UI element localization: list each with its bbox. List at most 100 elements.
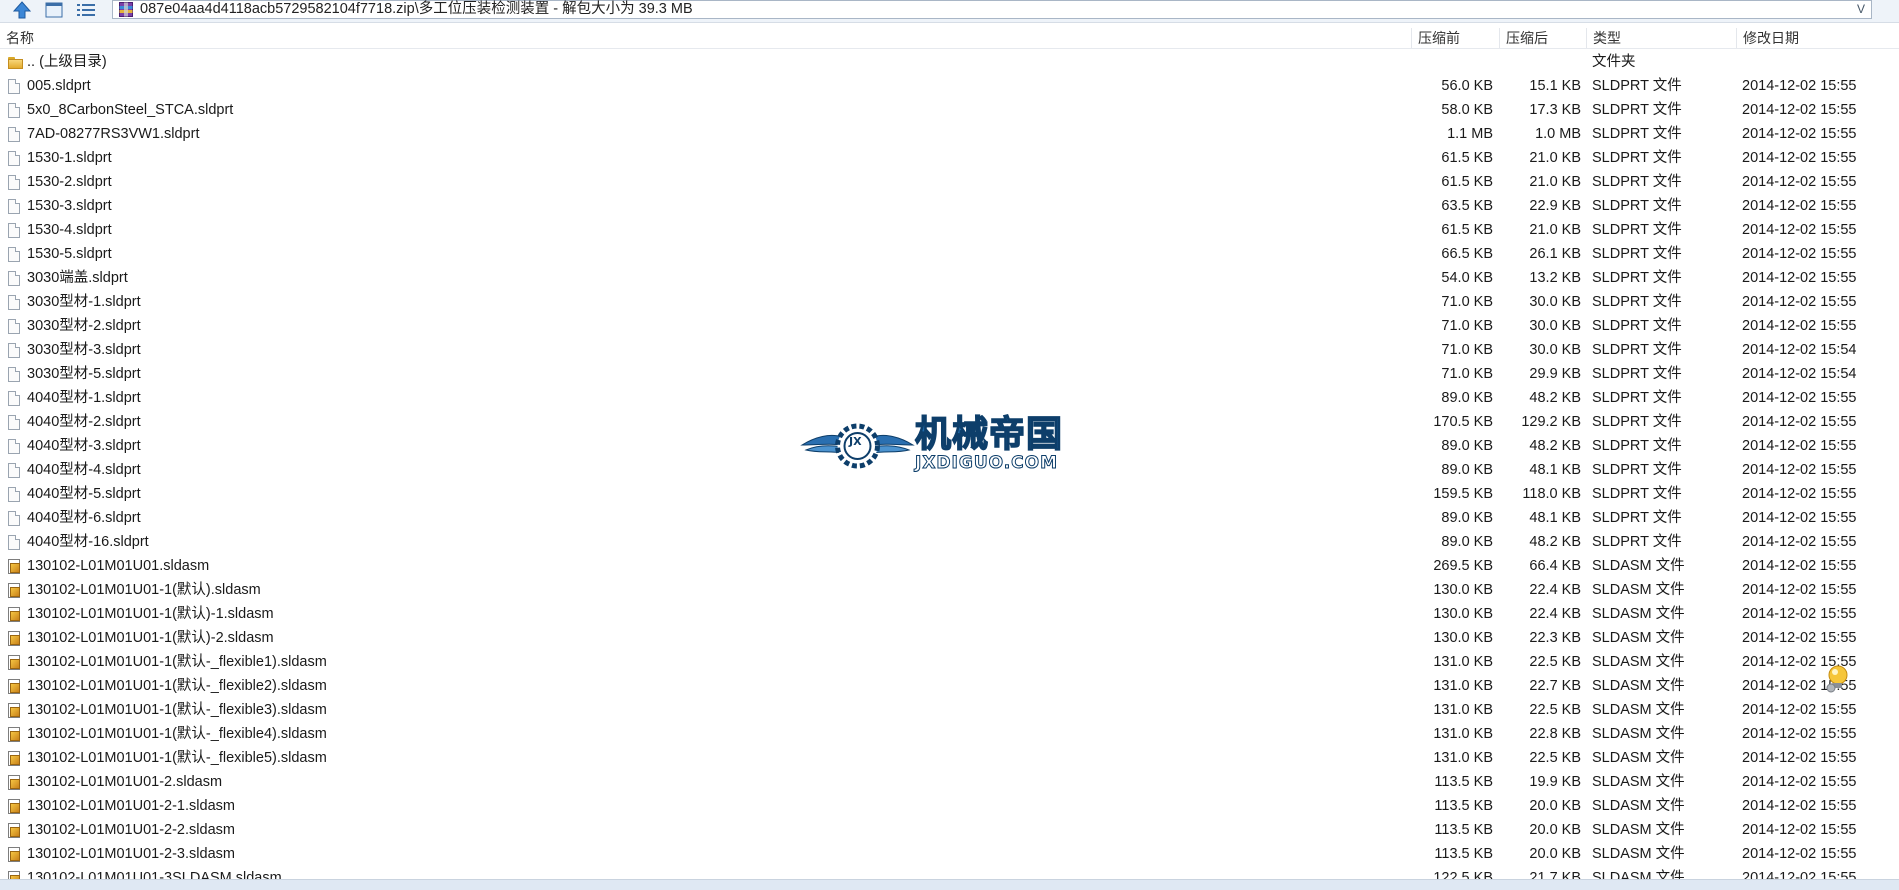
column-packed[interactable]: 压缩后 — [1500, 28, 1587, 48]
file-name: 1530-5.sldprt — [27, 246, 112, 262]
column-size[interactable]: 压缩前 — [1412, 28, 1500, 48]
file-packed-size: 118.0 KB — [1522, 486, 1581, 502]
file-modified: 2014-12-02 15:55 — [1742, 390, 1857, 406]
assembly-icon — [8, 727, 22, 743]
file-modified: 2014-12-02 15:55 — [1742, 102, 1857, 118]
file-name: 1530-4.sldprt — [27, 222, 112, 238]
file-row[interactable]: 130102-L01M01U01-1(默认).sldasm 130.0 KB 22.… — [0, 578, 1899, 602]
file-packed-size: 22.9 KB — [1529, 198, 1581, 214]
file-size: 170.5 KB — [1433, 414, 1493, 430]
file-type: SLDPRT 文件 — [1592, 174, 1682, 190]
column-name[interactable]: 名称 — [0, 28, 1412, 48]
view-window-icon[interactable] — [42, 0, 66, 20]
file-icon — [8, 463, 22, 479]
file-row[interactable]: 7AD-08277RS3VW1.sldprt 1.1 MB 1.0 MB SLDPRT… — [0, 122, 1899, 146]
file-type: SLDASM 文件 — [1592, 774, 1685, 790]
file-icon — [8, 271, 22, 287]
file-modified: 2014-12-02 15:55 — [1742, 486, 1857, 502]
file-row[interactable]: 130102-L01M01U01-1(默认-_flexible5).sldasm… — [0, 746, 1899, 770]
file-row[interactable]: 130102-L01M01U01-1(默认-_flexible4).sldasm… — [0, 722, 1899, 746]
file-modified: 2014-12-02 15:55 — [1742, 462, 1857, 478]
file-size: 71.0 KB — [1441, 294, 1493, 310]
file-modified: 2014-12-02 15:55 — [1742, 294, 1857, 310]
file-packed-size: 21.0 KB — [1529, 150, 1581, 166]
file-modified: 2014-12-02 15:55 — [1742, 702, 1857, 718]
list-view-icon[interactable] — [74, 0, 98, 20]
watermark-domain: JXDIGUO.COM — [914, 453, 1059, 474]
file-packed-size: 22.4 KB — [1529, 582, 1581, 598]
file-row[interactable]: 130102-L01M01U01-1(默认)-2.sldasm 130.0 KB 2… — [0, 626, 1899, 650]
assembly-icon — [8, 751, 22, 767]
file-name: 1530-2.sldprt — [27, 174, 112, 190]
file-type: SLDPRT 文件 — [1592, 534, 1682, 550]
address-bar[interactable]: 087e04aa4d4118acb5729582104f7718.zip\多工位… — [112, 0, 1872, 19]
file-row[interactable]: 130102-L01M01U01-1(默认-_flexible2).sldasm… — [0, 674, 1899, 698]
folder-icon — [8, 55, 23, 71]
file-icon — [8, 367, 22, 383]
file-modified: 2014-12-02 15:55 — [1742, 582, 1857, 598]
file-modified: 2014-12-02 15:55 — [1742, 606, 1857, 622]
address-path: 087e04aa4d4118acb5729582104f7718.zip\多工位… — [140, 1, 693, 17]
file-type: SLDASM 文件 — [1592, 702, 1685, 718]
assembly-icon — [8, 823, 22, 839]
file-row[interactable]: 130102-L01M01U01-2-1.sldasm 113.5 KB 20.0 … — [0, 794, 1899, 818]
file-packed-size: 21.0 KB — [1529, 174, 1581, 190]
file-row[interactable]: 3030型材-3.sldprt 71.0 KB 30.0 KB SLDPRT 文件 20… — [0, 338, 1899, 362]
file-row[interactable]: 3030型材-1.sldprt 71.0 KB 30.0 KB SLDPRT 文件 20… — [0, 290, 1899, 314]
up-arrow-icon[interactable] — [10, 0, 34, 20]
file-icon — [8, 295, 22, 311]
file-row[interactable]: 5x0_8CarbonSteel_STCA.sldprt 58.0 KB 17.3 … — [0, 98, 1899, 122]
file-row[interactable]: 3030型材-5.sldprt 71.0 KB 29.9 KB SLDPRT 文件 20… — [0, 362, 1899, 386]
file-icon — [8, 391, 22, 407]
file-size: 113.5 KB — [1434, 774, 1493, 790]
file-row[interactable]: 1530-4.sldprt 61.5 KB 21.0 KB SLDPRT 文件 2014… — [0, 218, 1899, 242]
file-row[interactable]: 1530-3.sldprt 63.5 KB 22.9 KB SLDPRT 文件 2014… — [0, 194, 1899, 218]
file-row[interactable]: 1530-5.sldprt 66.5 KB 26.1 KB SLDPRT 文件 2014… — [0, 242, 1899, 266]
file-size: 113.5 KB — [1434, 846, 1493, 862]
file-row[interactable]: 4040型材-6.sldprt 89.0 KB 48.1 KB SLDPRT 文件 20… — [0, 506, 1899, 530]
file-row[interactable]: 005.sldprt 56.0 KB 15.1 KB SLDPRT 文件 2014-12… — [0, 74, 1899, 98]
file-size: 54.0 KB — [1441, 270, 1493, 286]
file-row[interactable]: 130102-L01M01U01-2.sldasm 113.5 KB 19.9 KB… — [0, 770, 1899, 794]
file-icon — [8, 127, 22, 143]
column-type[interactable]: 类型 — [1587, 28, 1737, 48]
file-type: SLDPRT 文件 — [1592, 198, 1682, 214]
assembly-icon — [8, 799, 22, 815]
column-modified[interactable]: 修改日期 — [1737, 28, 1899, 48]
file-row[interactable]: 1530-2.sldprt 61.5 KB 21.0 KB SLDPRT 文件 2014… — [0, 170, 1899, 194]
file-modified: 2014-12-02 15:55 — [1742, 774, 1857, 790]
parent-directory-row[interactable]: .. (上级目录) 文件夹 — [0, 50, 1899, 74]
file-type: SLDPRT 文件 — [1592, 486, 1682, 502]
file-row[interactable]: 130102-L01M01U01-2-3.sldasm 113.5 KB 20.0 … — [0, 842, 1899, 866]
file-row[interactable]: 130102-L01M01U01-1(默认-_flexible1).sldasm… — [0, 650, 1899, 674]
file-icon — [8, 223, 22, 239]
file-row[interactable]: 4040型材-16.sldprt 89.0 KB 48.2 KB SLDPRT 文件 2… — [0, 530, 1899, 554]
file-type: SLDPRT 文件 — [1592, 342, 1682, 358]
assembly-icon — [8, 559, 22, 575]
archive-icon — [119, 2, 133, 17]
file-row[interactable]: 130102-L01M01U01-1(默认-_flexible3).sldasm… — [0, 698, 1899, 722]
file-row[interactable]: 4040型材-5.sldprt 159.5 KB 118.0 KB SLDPRT 文件… — [0, 482, 1899, 506]
file-packed-size: 22.5 KB — [1529, 654, 1581, 670]
file-packed-size: 48.1 KB — [1529, 462, 1581, 478]
watermark-title: 机械帝国 — [914, 414, 1064, 456]
file-type: SLDASM 文件 — [1592, 798, 1685, 814]
lightbulb-icon[interactable] — [1825, 664, 1849, 694]
file-row[interactable]: 3030端盖.sldprt 54.0 KB 13.2 KB SLDPRT 文件 2014… — [0, 266, 1899, 290]
file-row[interactable]: 1530-1.sldprt 61.5 KB 21.0 KB SLDPRT 文件 2014… — [0, 146, 1899, 170]
file-row[interactable]: 130102-L01M01U01-2-2.sldasm 113.5 KB 20.0 … — [0, 818, 1899, 842]
file-modified: 2014-12-02 15:55 — [1742, 558, 1857, 574]
file-type: SLDPRT 文件 — [1592, 126, 1682, 142]
file-packed-size: 22.3 KB — [1529, 630, 1581, 646]
file-name: 4040型材-4.sldprt — [27, 462, 141, 478]
file-size: 71.0 KB — [1441, 366, 1493, 382]
file-row[interactable]: 4040型材-1.sldprt 89.0 KB 48.2 KB SLDPRT 文件 20… — [0, 386, 1899, 410]
file-row[interactable]: 3030型材-2.sldprt 71.0 KB 30.0 KB SLDPRT 文件 20… — [0, 314, 1899, 338]
file-type: SLDPRT 文件 — [1592, 414, 1682, 430]
file-row[interactable]: 130102-L01M01U01-1(默认)-1.sldasm 130.0 KB 2… — [0, 602, 1899, 626]
chevron-down-icon[interactable]: V — [1857, 1, 1865, 18]
file-type: SLDPRT 文件 — [1592, 366, 1682, 382]
file-packed-size: 20.0 KB — [1529, 822, 1581, 838]
file-name: 3030型材-2.sldprt — [27, 318, 141, 334]
file-row[interactable]: 130102-L01M01U01.sldasm 269.5 KB 66.4 KB SL… — [0, 554, 1899, 578]
